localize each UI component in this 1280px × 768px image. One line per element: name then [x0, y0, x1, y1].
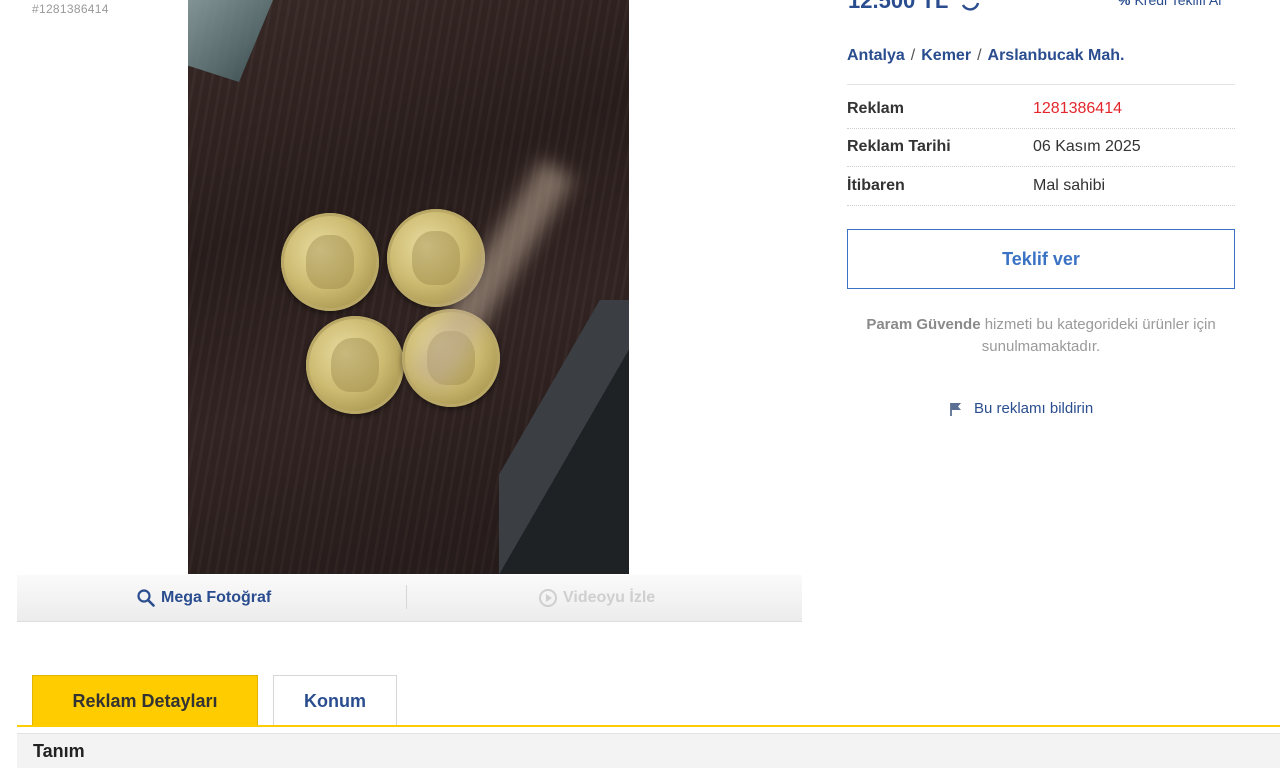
secure-payment-name: Param Güvende	[866, 316, 981, 333]
detail-key: İtibaren	[847, 177, 905, 194]
tab-location[interactable]: Konum	[273, 675, 397, 726]
report-listing-link[interactable]: Bu reklamı bildirin	[948, 400, 1093, 417]
detail-value-from: Mal sahibi	[1033, 177, 1106, 194]
coin-image	[281, 213, 379, 311]
mega-photo-button[interactable]: Mega Fotoğraf	[137, 575, 271, 621]
credit-offer-label: Kredi Teklifi Al	[1134, 0, 1222, 8]
secure-payment-note: Param Güvende hizmeti bu kategorideki ür…	[847, 314, 1235, 358]
tab-ad-details[interactable]: Reklam Detayları	[32, 675, 258, 726]
flag-icon	[950, 402, 961, 416]
detail-key: Reklam Tarihi	[847, 138, 951, 155]
detail-row-ad-date: Reklam Tarihi 06 Kasım 2025	[847, 128, 1235, 167]
breadcrumb-district[interactable]: Kemer	[921, 47, 971, 64]
watch-video-button: Videoyu İzle	[539, 575, 655, 621]
detail-row-ad-number: Reklam 1281386414	[847, 90, 1235, 129]
toolbar-divider	[406, 585, 407, 609]
play-icon	[539, 589, 557, 607]
breadcrumb-separator: /	[977, 47, 982, 64]
listing-photo[interactable]	[188, 0, 629, 574]
detail-value-ad-number: 1281386414	[1033, 100, 1122, 117]
make-offer-button[interactable]: Teklif ver	[847, 229, 1235, 289]
price: 12.500 TL	[848, 0, 982, 14]
photo-floor-edge	[499, 300, 629, 574]
detail-key: Reklam	[847, 100, 904, 117]
detail-value-ad-date: 06 Kasım 2025	[1033, 138, 1141, 155]
tab-underline	[17, 725, 1280, 727]
price-amount: 12.500 TL	[848, 0, 949, 13]
breadcrumb-separator: /	[910, 47, 916, 64]
listing-id-tag: #1281386414	[32, 2, 109, 16]
description-header: Tanım	[17, 733, 1280, 768]
report-listing-label: Bu reklamı bildirin	[974, 400, 1094, 417]
photo-toolbar: Mega Fotoğraf Videoyu İzle	[17, 575, 802, 622]
breadcrumb-city[interactable]: Antalya	[847, 47, 905, 64]
coin-image	[306, 316, 404, 414]
location-breadcrumb: Antalya / Kemer / Arslanbucak Mah.	[847, 47, 1235, 85]
exchange-icon[interactable]	[958, 0, 982, 13]
mega-photo-label: Mega Fotoğraf	[161, 589, 272, 606]
magnifier-icon	[137, 589, 155, 607]
credit-offer-link[interactable]: % Kredi Teklifi Al	[1118, 0, 1221, 8]
watch-video-label: Videoyu İzle	[563, 589, 656, 606]
secure-payment-text: hizmeti bu kategorideki ürünler için sun…	[980, 316, 1216, 355]
detail-row-from: İtibaren Mal sahibi	[847, 167, 1235, 206]
percent-icon: %	[1118, 0, 1131, 8]
breadcrumb-neighborhood[interactable]: Arslanbucak Mah.	[988, 47, 1125, 64]
